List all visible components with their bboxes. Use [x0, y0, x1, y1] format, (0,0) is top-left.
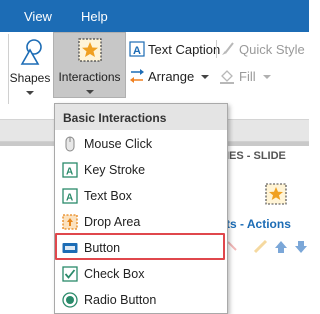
paint-bucket-icon [220, 70, 234, 84]
shapes-icon [20, 39, 42, 65]
chevron-down-icon [263, 75, 271, 79]
button-item-highlight [55, 233, 225, 260]
quick-style-label: Quick Style [239, 42, 305, 57]
menu-item-label: Key Stroke [84, 163, 146, 177]
interactions-dropdown: Basic Interactions Mouse Click A Key Str… [54, 103, 228, 314]
text-caption-icon: A [129, 41, 145, 57]
menu-view[interactable]: View [24, 9, 52, 24]
text-caption-label: Text Caption [148, 42, 221, 57]
check-box-icon [62, 266, 78, 282]
interactions-label: Interactions [58, 70, 121, 84]
menu-item-check-box[interactable]: Check Box [55, 261, 227, 287]
menu-item-label: Drop Area [84, 215, 141, 229]
menu-item-label: Mouse Click [84, 137, 153, 151]
interactions-icon [265, 183, 287, 205]
key-stroke-icon: A [62, 162, 78, 178]
arrange-label: Arrange [148, 69, 195, 84]
interactions-button[interactable]: Interactions [53, 32, 126, 98]
menu-item-label: Radio Button [84, 293, 157, 307]
drop-area-icon [62, 214, 78, 230]
svg-text:A: A [66, 167, 73, 178]
brush-icon [222, 42, 234, 55]
shapes-button[interactable]: Shapes [9, 34, 51, 100]
menu-item-label: Check Box [84, 267, 145, 281]
interactions-icon [78, 38, 102, 62]
fill-label: Fill [239, 69, 256, 84]
svg-text:A: A [66, 193, 73, 204]
actions-panel-label: ts - Actions [226, 217, 291, 231]
mouse-icon [65, 136, 75, 152]
menu-item-mouse-click[interactable]: Mouse Click [55, 131, 227, 157]
arrange-icon [130, 69, 144, 83]
shapes-label: Shapes [9, 71, 51, 85]
menu-item-radio-button[interactable]: Radio Button [55, 287, 227, 313]
radio-button-icon [62, 292, 78, 308]
text-box-icon: A [62, 188, 78, 204]
chevron-down-icon [26, 91, 34, 95]
menu-bar: View Help [0, 0, 309, 32]
ribbon-separator [216, 40, 217, 58]
menu-item-key-stroke[interactable]: A Key Stroke [55, 157, 227, 183]
svg-text:A: A [133, 45, 141, 57]
menu-help[interactable]: Help [81, 9, 108, 24]
chevron-down-icon [201, 75, 209, 79]
menu-item-label: Text Box [84, 189, 132, 203]
chevron-down-icon [85, 90, 94, 94]
slide-panel-label: IES - SLIDE [226, 150, 286, 162]
actions-toolbar [228, 239, 307, 254]
dropdown-header: Basic Interactions [55, 104, 227, 130]
menu-item-drop-area[interactable]: Drop Area [55, 209, 227, 235]
menu-item-text-box[interactable]: A Text Box [55, 183, 227, 209]
